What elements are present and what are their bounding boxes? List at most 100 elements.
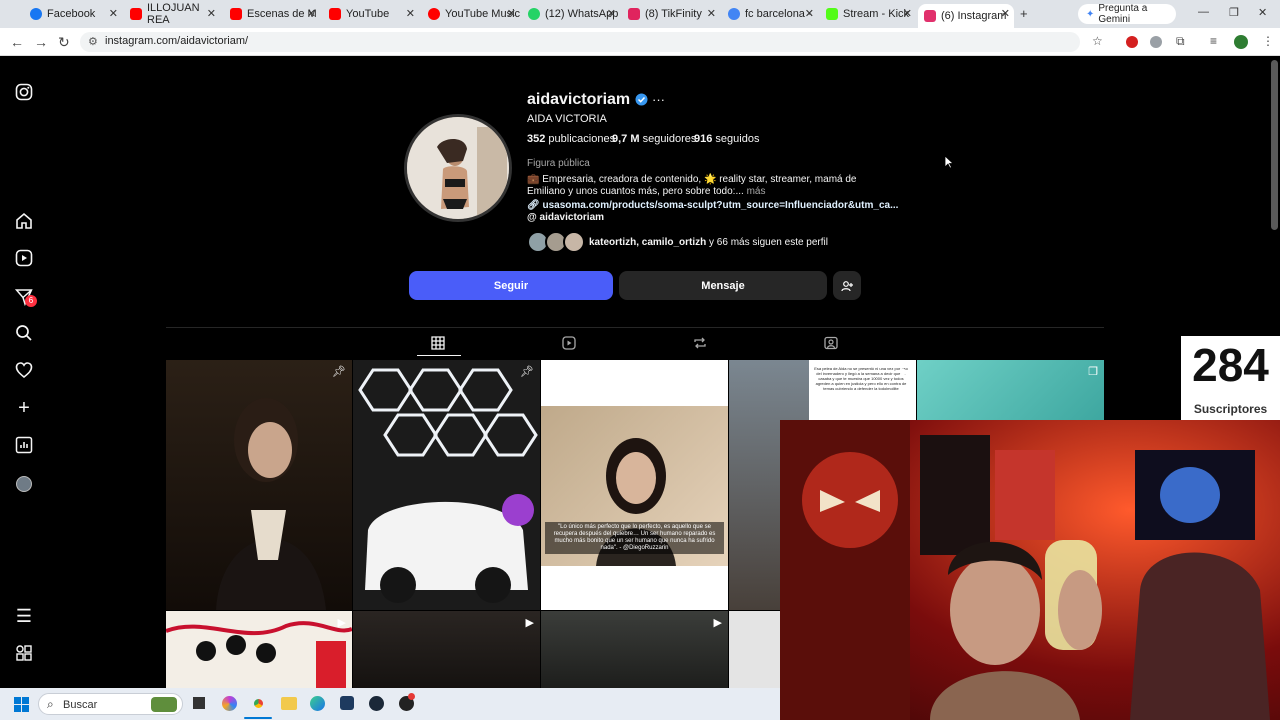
tab-youtube[interactable]: YouTube ✕ [329, 4, 419, 24]
post-tile[interactable]: ▶ [541, 611, 728, 688]
subscriber-count: 284 [1192, 339, 1269, 391]
taskbar-search-box[interactable]: ⌕ Buscar [38, 693, 183, 715]
close-tab-icon[interactable]: ✕ [805, 7, 814, 20]
profile-options-icon[interactable]: ··· [652, 92, 665, 107]
minimize-button[interactable]: — [1198, 6, 1209, 18]
messages-icon[interactable]: 6 [14, 288, 37, 308]
threads-link[interactable]: @ aidavictoriam [527, 212, 604, 223]
dashboard-icon[interactable] [14, 436, 34, 456]
post-tile[interactable]: 📌︎ [166, 360, 352, 610]
posts-grid-tab-icon[interactable] [430, 336, 446, 352]
close-window-button[interactable]: ✕ [1258, 6, 1267, 19]
tab-fc-barcelona[interactable]: fc barcelona - ✕ [728, 4, 818, 24]
active-app-indicator [244, 717, 272, 719]
reel-icon: ▶ [713, 617, 722, 629]
close-tab-icon[interactable]: ✕ [607, 7, 616, 20]
kick-icon [826, 8, 838, 20]
tab-label: (6) Instagram [941, 10, 1007, 22]
browser-address-bar: ← → ↻ ⚙ instagram.com/aidavictoriam/ ☆ ⧉… [0, 28, 1280, 56]
reels-tab-icon[interactable] [561, 336, 577, 352]
apps-icon[interactable] [14, 644, 34, 664]
close-tab-icon[interactable]: ✕ [406, 7, 415, 20]
link-icon: 🔗︎ [527, 200, 540, 211]
tab-kick[interactable]: Stream - Kick ✕ [826, 4, 916, 24]
post-tile[interactable]: ▶ [353, 611, 540, 688]
copilot-icon[interactable] [222, 696, 237, 711]
close-tab-icon[interactable]: ✕ [707, 7, 716, 20]
tab-escenas[interactable]: Escenas de M ✕ [230, 4, 320, 24]
tab-facebook[interactable]: Facebook ✕ [30, 4, 122, 24]
close-tab-icon[interactable]: ✕ [903, 7, 912, 20]
close-tab-icon[interactable]: ✕ [507, 7, 516, 20]
new-tab-button[interactable]: + [1020, 6, 1028, 21]
heart-icon[interactable] [14, 361, 34, 381]
reels-icon[interactable] [14, 249, 34, 269]
close-tab-icon[interactable]: ✕ [207, 7, 216, 20]
bio-more-link[interactable]: más [747, 186, 766, 197]
followed-by-text[interactable]: kateortizh, camilo_ortizh y 66 más sigue… [589, 237, 828, 248]
extension-icon[interactable] [1150, 36, 1162, 48]
home-icon[interactable] [14, 212, 34, 232]
subscriber-label: Suscriptores [1193, 402, 1268, 416]
menu-icon[interactable]: ☰ [14, 606, 34, 626]
reel-icon: ▶ [525, 617, 534, 629]
tab-whatsapp[interactable]: (12) WhatsApp ✕ [528, 4, 620, 24]
bio-link[interactable]: 🔗︎ usasoma.com/products/soma-sculpt?utm_… [527, 200, 898, 211]
windows-start-icon[interactable] [14, 697, 29, 712]
message-button[interactable]: Mensaje [619, 271, 827, 300]
extensions-puzzle-icon[interactable]: ⧉ [1176, 34, 1185, 49]
tab-youtube-music[interactable]: YouTube Music ✕ [428, 4, 520, 24]
bookmark-star-icon[interactable]: ☆ [1092, 34, 1103, 48]
reposts-tab-icon[interactable] [692, 336, 708, 352]
chrome-profile-avatar[interactable] [1234, 35, 1248, 49]
tab-instagram[interactable]: (6) Instagram ✕ [918, 4, 1014, 28]
store-icon[interactable] [340, 696, 354, 710]
opera-extension-icon[interactable] [1126, 36, 1138, 48]
create-icon[interactable]: + [14, 398, 34, 418]
post-tile[interactable] [729, 611, 780, 688]
site-info-icon[interactable]: ⚙ [88, 35, 98, 48]
back-button[interactable]: ← [10, 34, 24, 50]
profile-avatar[interactable] [404, 114, 512, 222]
search-icon[interactable] [14, 324, 34, 344]
reading-list-icon[interactable]: ≡ [1210, 34, 1217, 48]
gemini-button[interactable]: ✦ Pregunta a Gemini [1078, 3, 1176, 25]
youtube-icon [230, 8, 242, 20]
file-explorer-icon[interactable] [281, 697, 297, 710]
suggested-accounts-button[interactable] [833, 271, 861, 300]
profile-avatar-icon[interactable] [14, 474, 34, 494]
instagram-logo-icon[interactable] [14, 83, 34, 103]
divider [166, 327, 1104, 328]
reload-button[interactable]: ↻ [58, 34, 70, 51]
browser-menu-icon[interactable]: ⋮ [1262, 34, 1274, 48]
close-tab-icon[interactable]: ✕ [109, 7, 118, 20]
page-scrollbar-thumb[interactable] [1271, 60, 1278, 230]
followed-by-avatars[interactable] [527, 231, 585, 253]
youtube-icon [329, 8, 341, 20]
close-tab-icon[interactable]: ✕ [1001, 7, 1010, 20]
following-count[interactable]: 916 seguidos [694, 133, 759, 145]
steam-icon[interactable] [369, 696, 384, 711]
chrome-taskbar-icon[interactable] [251, 696, 266, 711]
follow-button[interactable]: Seguir [409, 271, 613, 300]
tagged-tab-icon[interactable] [823, 336, 839, 352]
posts-count[interactable]: 352 publicaciones [527, 133, 615, 145]
post-tile[interactable]: 📌︎ [353, 360, 540, 610]
edge-icon[interactable] [310, 696, 325, 711]
post-image: "Lo único más perfecto que lo perfecto, … [541, 406, 728, 566]
tab-illojuan[interactable]: ILLOJUAN REA ✕ [130, 2, 220, 26]
close-tab-icon[interactable]: ✕ [307, 7, 316, 20]
forward-button[interactable]: → [34, 34, 48, 50]
tab-tikfinity[interactable]: (8) TikFinity ✕ [628, 4, 720, 24]
post-image [358, 368, 538, 603]
maximize-button[interactable]: ❐ [1229, 6, 1239, 19]
followers-count[interactable]: 9,7 M seguidores [612, 133, 696, 145]
url-bar[interactable]: ⚙ instagram.com/aidavictoriam/ [80, 32, 1080, 52]
profile-full-name: AIDA VICTORIA [527, 113, 607, 125]
post-tile[interactable]: ❐ [917, 360, 1104, 420]
gemini-label: Pregunta a Gemini [1098, 3, 1148, 25]
post-tile[interactable]: ▶ [166, 611, 352, 688]
tikfinity-icon [628, 8, 640, 20]
post-tile[interactable]: "Lo único más perfecto que lo perfecto, … [541, 360, 728, 610]
task-view-icon[interactable] [193, 697, 205, 709]
